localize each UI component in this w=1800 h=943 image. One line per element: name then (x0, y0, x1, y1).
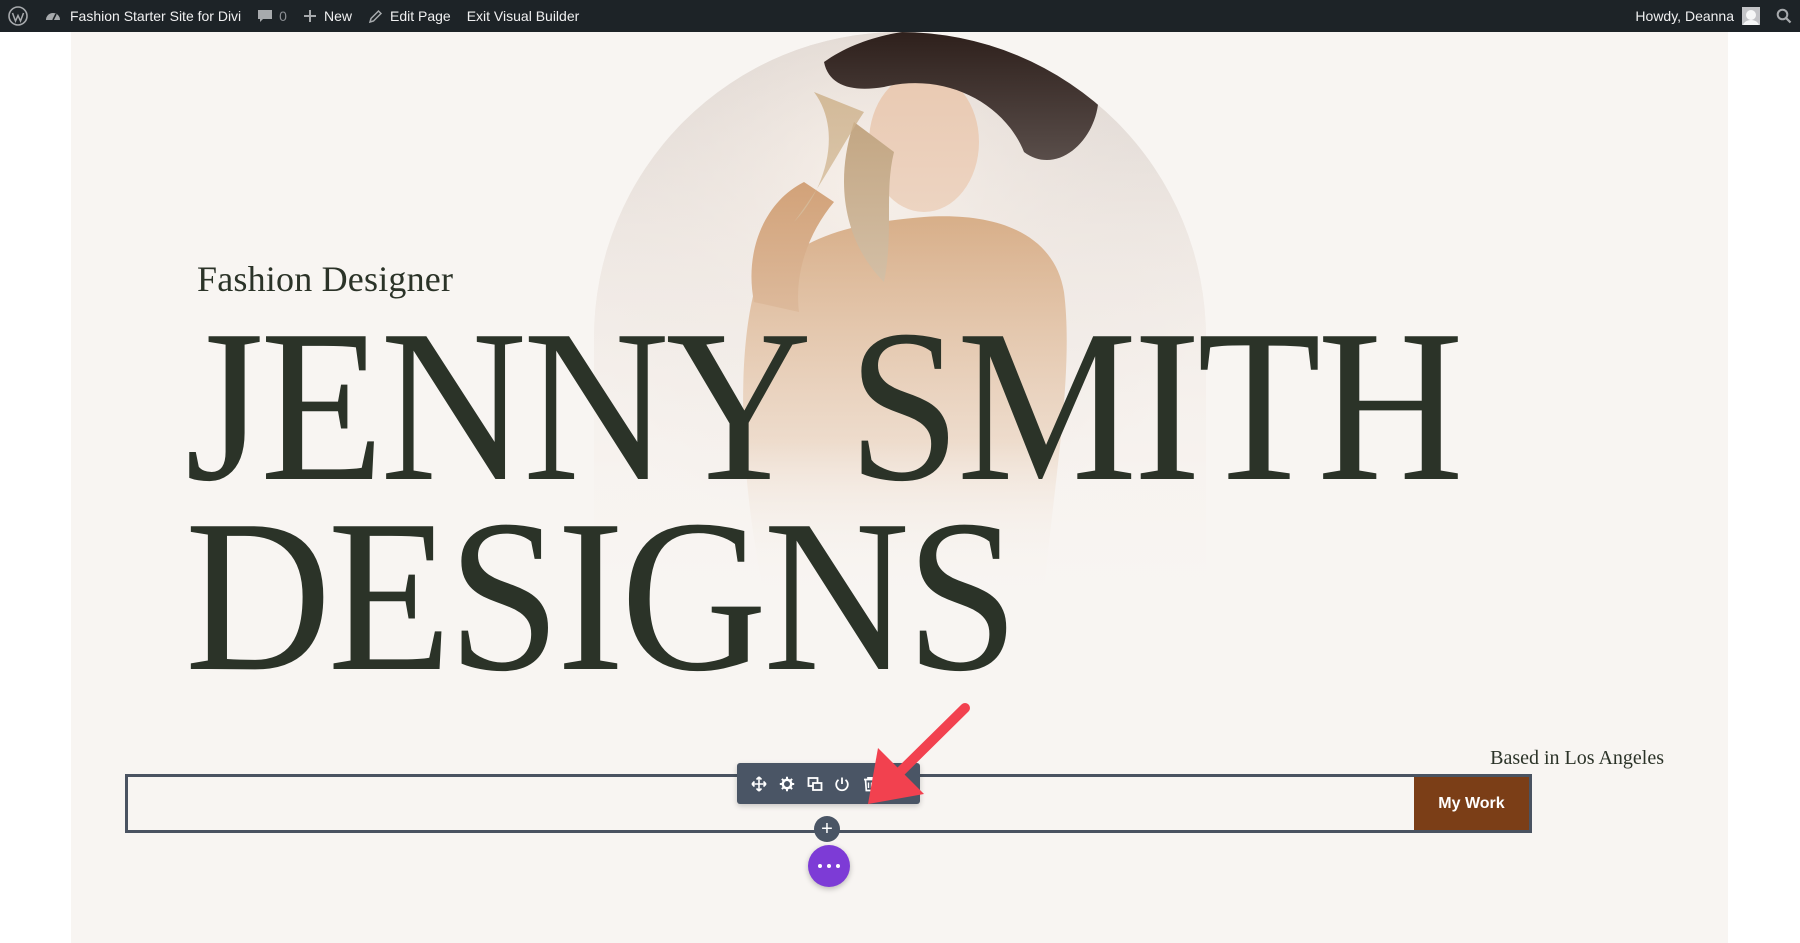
dot-icon (836, 864, 840, 868)
site-title: Fashion Starter Site for Divi (70, 8, 242, 24)
exit-visual-builder-label: Exit Visual Builder (466, 8, 580, 24)
account-menu[interactable]: Howdy, Deanna (1627, 0, 1768, 32)
headline-line-2: DESIGNS (185, 476, 1019, 717)
wordpress-icon (8, 6, 28, 26)
move-button[interactable] (748, 773, 770, 795)
greeting-text: Howdy, Deanna (1635, 8, 1734, 24)
new-label: New (323, 8, 352, 24)
dashboard-gauge-icon (46, 13, 60, 21)
disable-button[interactable] (831, 773, 853, 795)
location-text: Based in Los Angeles (1490, 747, 1664, 769)
comments-link[interactable]: 0 (249, 0, 295, 32)
duplicate-button[interactable] (804, 773, 826, 795)
search-icon (1776, 8, 1792, 24)
comment-bubble-icon (258, 10, 273, 22)
gear-icon (779, 776, 794, 791)
comments-count: 0 (279, 8, 287, 24)
plus-icon (303, 10, 316, 22)
power-icon (835, 777, 850, 791)
add-module-button[interactable]: + (814, 816, 840, 842)
site-name-link[interactable]: Fashion Starter Site for Divi (36, 0, 249, 32)
more-vertical-icon (896, 776, 900, 791)
edit-page-link[interactable]: Edit Page (360, 0, 459, 32)
move-icon (751, 775, 767, 792)
builder-more-options-button[interactable] (808, 845, 850, 887)
module-settings-toolbar (737, 763, 920, 804)
adminbar-right: Howdy, Deanna (1627, 0, 1800, 32)
my-work-button[interactable]: My Work (1414, 777, 1529, 830)
avatar (1742, 7, 1760, 25)
wordpress-logo-button[interactable] (0, 0, 36, 32)
dot-icon (818, 864, 822, 868)
hero-headline: JENNY SMITH DESIGNS (185, 286, 1543, 717)
new-content-link[interactable]: New (295, 0, 360, 32)
dot-icon (827, 864, 831, 868)
pencil-icon (368, 9, 383, 23)
module-settings-button[interactable] (776, 773, 798, 795)
adminbar-search-button[interactable] (1768, 0, 1800, 32)
delete-button[interactable] (859, 773, 881, 795)
edit-page-label: Edit Page (389, 8, 451, 24)
headline-line-1: JENNY SMITH (185, 286, 1464, 527)
more-options-button[interactable] (887, 773, 909, 795)
exit-visual-builder-link[interactable]: Exit Visual Builder (459, 0, 588, 32)
duplicate-icon (807, 776, 822, 791)
trash-icon (864, 776, 877, 791)
wp-admin-bar: Fashion Starter Site for Divi 0 New Edit… (0, 0, 1800, 32)
